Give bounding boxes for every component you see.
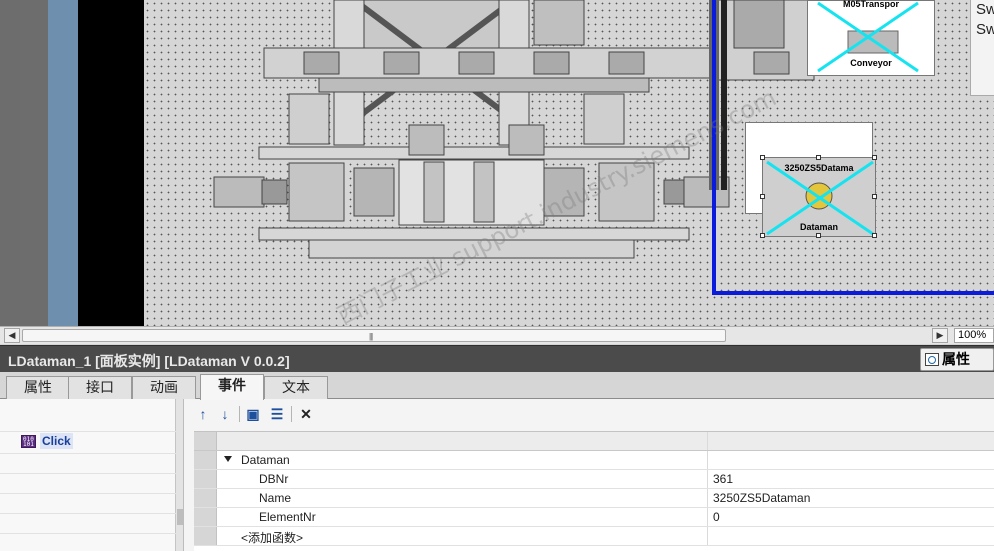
selection-handle[interactable] — [872, 233, 877, 238]
scroll-right-button[interactable]: ▶ — [932, 328, 948, 343]
grip-icon: ||| — [369, 332, 373, 341]
faceplate-label: Dataman — [799, 222, 838, 232]
faceplate-label: Conveyor — [850, 58, 892, 68]
toolbar-separator — [291, 406, 292, 422]
zoom-level-field[interactable]: 100% — [954, 328, 994, 343]
event-icon: 010 101 — [21, 435, 36, 448]
toolbar-separator — [239, 406, 240, 422]
event-list: 010 101 Click — [0, 399, 176, 551]
row-gutter — [194, 489, 217, 507]
divider — [0, 473, 176, 474]
row-gutter — [194, 508, 217, 526]
tab-interface[interactable]: 接口 — [68, 376, 132, 399]
tab-events[interactable]: 事件 — [200, 374, 264, 400]
arrow-down-icon[interactable]: ↓ — [215, 404, 235, 424]
column-divider — [707, 451, 708, 469]
properties-main-tab[interactable]: 属性 — [920, 348, 994, 371]
function-name: Dataman — [241, 453, 290, 467]
add-function-row[interactable]: <添加函数> — [194, 527, 994, 546]
grid-header-row — [194, 432, 994, 451]
selection-handle[interactable] — [816, 233, 821, 238]
row-gutter — [194, 432, 217, 450]
event-item-click[interactable]: 010 101 Click — [21, 433, 73, 450]
arrow-up-icon[interactable]: ↑ — [193, 404, 213, 424]
inspector-title-bar: LDataman_1 [面板实例] [LDataman V 0.0.2] 属性 — [0, 345, 994, 372]
editor-horizontal-scrollbar[interactable]: ◀ ||| ▶ 100% — [0, 326, 994, 344]
folder-icon[interactable]: ▣ — [243, 404, 263, 424]
event-item-label: Click — [40, 433, 73, 449]
function-list-grid: Dataman DBNr 361 Name 3250ZS5Dataman Ele… — [194, 431, 994, 551]
column-divider — [707, 527, 708, 545]
tab-texts[interactable]: 文本 — [264, 376, 328, 399]
editor-margin-black — [78, 0, 144, 326]
column-divider — [707, 489, 708, 507]
param-row[interactable]: Name 3250ZS5Dataman — [194, 489, 994, 508]
row-gutter — [194, 527, 217, 545]
selection-handle[interactable] — [760, 233, 765, 238]
selection-handle[interactable] — [872, 155, 877, 160]
selection-handle[interactable] — [760, 194, 765, 199]
hmi-screen-editor[interactable]: M05Transpor Conveyor 3250ZS5Datama Datam… — [0, 0, 994, 326]
expand-triangle-icon[interactable] — [224, 456, 232, 462]
divider — [0, 513, 176, 514]
row-gutter — [194, 451, 217, 469]
inspector-title: LDataman_1 [面板实例] [LDataman V 0.0.2] — [8, 353, 290, 369]
param-value[interactable]: 361 — [713, 472, 733, 486]
column-divider — [707, 508, 708, 526]
tab-animations[interactable]: 动画 — [132, 376, 196, 399]
right-object-text: Sw — [976, 21, 994, 38]
delete-icon[interactable]: ✕ — [296, 404, 316, 424]
inspector-tabs: 属性 接口 动画 事件 文本 — [0, 372, 994, 400]
selection-handle[interactable] — [872, 194, 877, 199]
param-name: Name — [259, 491, 292, 505]
divider — [0, 431, 176, 432]
row-gutter — [194, 470, 217, 488]
scrollbar-thumb[interactable]: ||| — [22, 329, 726, 342]
param-name: ElementNr — [259, 510, 316, 524]
param-name: DBNr — [259, 472, 289, 486]
function-list-toolbar: ↑ ↓ ▣ ☰ ✕ — [193, 403, 994, 425]
divider — [0, 493, 176, 494]
param-row[interactable]: ElementNr 0 — [194, 508, 994, 527]
conveyor-faceplate[interactable]: M05Transpor Conveyor — [807, 0, 935, 76]
scrollbar-thumb[interactable] — [177, 509, 183, 525]
add-function-link[interactable]: <添加函数> — [241, 529, 303, 546]
dataman-faceplate[interactable]: 3250ZS5Datama Dataman — [762, 157, 876, 237]
param-value[interactable]: 3250ZS5Dataman — [713, 491, 810, 505]
properties-icon — [925, 353, 939, 366]
selection-handle[interactable] — [760, 155, 765, 160]
list-icon[interactable]: ☰ — [267, 404, 287, 424]
properties-main-tab-label: 属性 — [942, 351, 970, 367]
param-value[interactable]: 0 — [713, 510, 720, 524]
editor-margin — [0, 0, 48, 326]
divider — [0, 453, 176, 454]
scroll-left-button[interactable]: ◀ — [4, 328, 20, 343]
divider — [0, 533, 176, 534]
tab-properties[interactable]: 属性 — [6, 376, 70, 399]
selection-handle[interactable] — [816, 155, 821, 160]
editor-margin-blue — [48, 0, 78, 326]
event-list-scrollbar[interactable] — [176, 399, 184, 551]
column-divider — [707, 470, 708, 488]
right-object-text: Sw — [976, 1, 994, 18]
param-row[interactable]: DBNr 361 — [194, 470, 994, 489]
inspector-body: 010101 Click ↑ ↓ ▣ ☰ ✕ Dataman DBNr 361 — [0, 399, 994, 551]
function-row[interactable]: Dataman — [194, 451, 994, 470]
column-divider[interactable] — [707, 432, 708, 450]
right-side-object[interactable]: Sw Sw — [970, 0, 994, 96]
